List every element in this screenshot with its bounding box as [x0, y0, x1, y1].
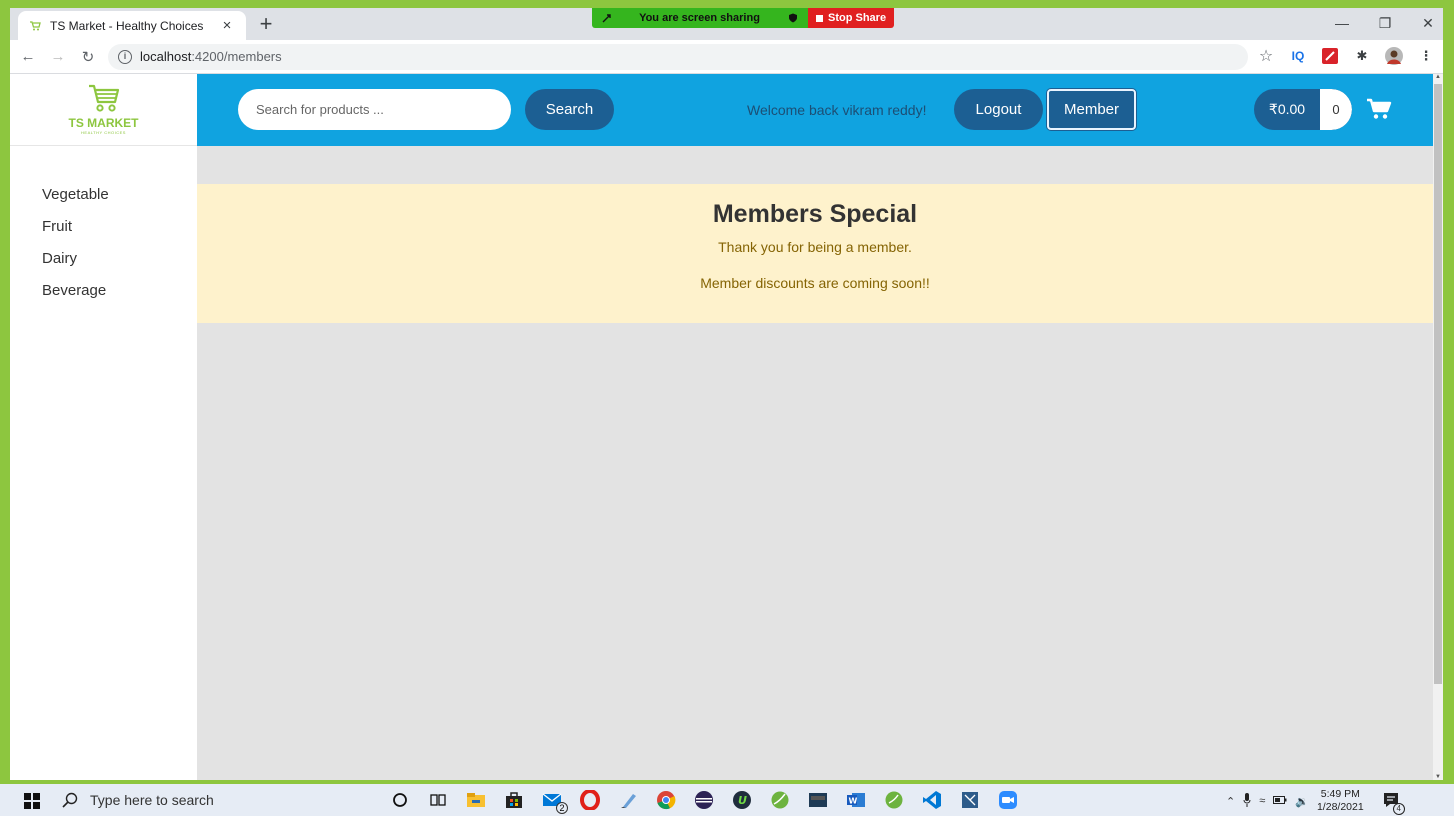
- sidebar-item-dairy[interactable]: Dairy: [42, 250, 197, 282]
- notifications-icon[interactable]: 4: [1382, 791, 1405, 815]
- notifications-badge: 4: [1392, 802, 1405, 815]
- stop-share-label: Stop Share: [828, 12, 887, 24]
- shield-icon: [788, 13, 797, 23]
- search-button[interactable]: Search: [525, 89, 614, 130]
- browser-toolbar: ← → ↻ i localhost:4200/members ☆ IQ ✱ ⋮: [10, 40, 1443, 74]
- taskbar-search[interactable]: Type here to search: [62, 784, 362, 816]
- puzzle-extensions-icon[interactable]: ✱: [1353, 47, 1371, 65]
- iq-extension-icon[interactable]: IQ: [1289, 47, 1307, 65]
- reload-icon[interactable]: ↻: [76, 48, 100, 66]
- logo[interactable]: TS MARKET HEALTHY CHOICES: [10, 74, 197, 146]
- taskbar-apps: 2 U W: [388, 788, 1020, 814]
- scrollbar-thumb[interactable]: [1434, 84, 1442, 684]
- new-tab-button[interactable]: +: [254, 12, 278, 36]
- alert-discount-note: Member discounts are coming soon!!: [700, 275, 930, 291]
- mysql-workbench-icon[interactable]: [806, 788, 830, 812]
- share-status: You are screen sharing: [592, 8, 808, 28]
- category-sidebar: Vegetable Fruit Dairy Beverage: [10, 146, 197, 780]
- members-alert: Members Special Thank you for being a me…: [197, 184, 1433, 323]
- window-close-icon[interactable]: ✕: [1413, 12, 1443, 34]
- mail-icon[interactable]: 2: [540, 788, 568, 814]
- system-tray: ⌃ ≈ 🔉 5:49 PM 1/28/2021 4: [1226, 788, 1405, 815]
- scroll-up-icon[interactable]: ▲: [1433, 74, 1443, 80]
- url-host: localhost: [140, 49, 192, 64]
- upwork-icon[interactable]: U: [730, 788, 754, 812]
- scroll-down-icon[interactable]: ▼: [1433, 774, 1443, 780]
- search-icon: [62, 792, 78, 808]
- shopping-cart-icon[interactable]: [1366, 98, 1392, 125]
- tray-chevron-up-icon[interactable]: ⌃: [1226, 795, 1235, 808]
- info-icon[interactable]: i: [118, 49, 132, 64]
- svg-text:W: W: [849, 797, 858, 806]
- logout-button[interactable]: Logout: [954, 89, 1043, 130]
- clock-date: 1/28/2021: [1316, 801, 1364, 813]
- taskbar-search-placeholder: Type here to search: [90, 792, 214, 808]
- sidebar-item-beverage[interactable]: Beverage: [42, 282, 197, 314]
- screen-share-banner: You are screen sharing Stop Share: [592, 8, 895, 28]
- cortana-icon[interactable]: [388, 788, 412, 812]
- browser-tab[interactable]: TS Market - Healthy Choices ×: [18, 11, 246, 40]
- share-status-icon: [602, 13, 611, 22]
- share-status-text: You are screen sharing: [639, 12, 760, 24]
- restore-icon[interactable]: ❐: [1370, 12, 1400, 34]
- svg-text:U: U: [738, 794, 747, 807]
- mail-badge: 2: [556, 802, 568, 814]
- opera-icon[interactable]: [578, 788, 602, 812]
- bookmark-star-icon[interactable]: ☆: [1257, 47, 1275, 65]
- url-path: :4200/members: [191, 49, 282, 64]
- sidebar-item-vegetable[interactable]: Vegetable: [42, 186, 197, 218]
- minimize-icon[interactable]: —: [1327, 12, 1357, 34]
- snipping-tool-icon[interactable]: [958, 788, 982, 812]
- eclipse-icon[interactable]: [692, 788, 716, 812]
- battery-icon[interactable]: [1273, 795, 1287, 807]
- logo-title: TS MARKET: [68, 116, 139, 130]
- forward-icon[interactable]: →: [46, 48, 70, 65]
- tab-title: TS Market - Healthy Choices: [50, 18, 204, 33]
- cart-count: 0: [1320, 89, 1352, 130]
- browser-window: TS Market - Healthy Choices × + You are …: [10, 8, 1443, 780]
- word-icon[interactable]: W: [844, 788, 868, 812]
- main-content: Members Special Thank you for being a me…: [197, 146, 1433, 780]
- search-input[interactable]: [238, 89, 511, 130]
- microphone-icon[interactable]: [1243, 792, 1251, 810]
- task-view-icon[interactable]: [426, 788, 450, 812]
- windows-start-icon[interactable]: [24, 793, 40, 814]
- alert-title: Members Special: [712, 200, 918, 228]
- cart-logo-icon: [88, 84, 119, 112]
- app-header: TS MARKET HEALTHY CHOICES Search Welcome…: [10, 74, 1433, 146]
- page-scrollbar[interactable]: ▲ ▼: [1433, 74, 1443, 780]
- alert-thank-you: Thank you for being a member.: [718, 239, 912, 255]
- spring-tool-icon[interactable]: [768, 788, 792, 812]
- tab-strip: TS Market - Healthy Choices × + You are …: [10, 8, 1443, 40]
- browser-menu-icon[interactable]: ⋮: [1417, 47, 1435, 65]
- taskbar-clock[interactable]: 5:49 PM 1/28/2021: [1317, 788, 1364, 814]
- sidebar-item-fruit[interactable]: Fruit: [42, 218, 197, 250]
- spring-boot-icon[interactable]: [882, 788, 906, 812]
- file-explorer-icon[interactable]: [464, 788, 488, 812]
- wifi-icon[interactable]: ≈: [1259, 795, 1265, 807]
- cart-summary[interactable]: ₹0.00 0: [1254, 89, 1352, 130]
- profile-avatar[interactable]: [1385, 47, 1403, 65]
- clock-time: 5:49 PM: [1320, 788, 1360, 800]
- back-icon[interactable]: ←: [16, 48, 40, 65]
- vscode-icon[interactable]: [920, 788, 944, 812]
- welcome-message: Welcome back vikram reddy!: [747, 102, 927, 118]
- address-bar[interactable]: i localhost:4200/members: [108, 43, 1248, 70]
- pdf-extension-icon[interactable]: [1321, 47, 1339, 65]
- windows-taskbar: Type here to search 2 U W ⌃ ≈ 🔉 5:49 PM …: [0, 784, 1454, 816]
- zoom-icon[interactable]: [996, 788, 1020, 812]
- cart-amount: ₹0.00: [1268, 101, 1306, 117]
- logo-subtitle: HEALTHY CHOICES: [81, 130, 126, 135]
- store-icon[interactable]: [502, 788, 526, 812]
- stop-share-button[interactable]: Stop Share: [808, 8, 895, 28]
- cart-favicon-icon: [28, 19, 42, 33]
- chrome-icon[interactable]: [654, 788, 678, 812]
- member-button[interactable]: Member: [1047, 89, 1136, 130]
- stop-icon: [816, 14, 823, 22]
- notepad-icon[interactable]: [616, 788, 640, 812]
- extensions-bar: ☆ IQ ✱ ⋮: [1257, 47, 1435, 65]
- volume-icon[interactable]: 🔉: [1295, 795, 1309, 808]
- tab-close-icon[interactable]: ×: [218, 17, 236, 34]
